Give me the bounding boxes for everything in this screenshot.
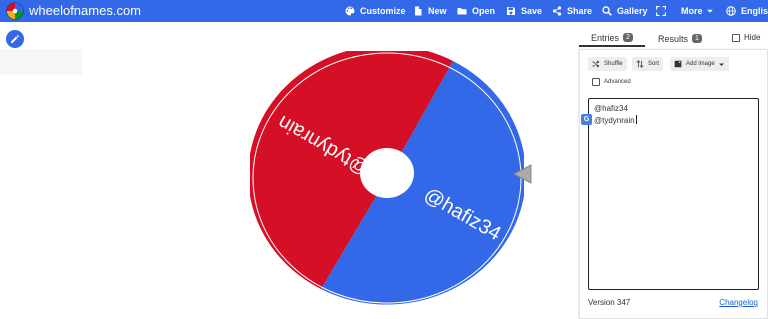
nav-save-label: Save [521,6,543,16]
sort-label: Sort [648,61,660,67]
nav-more[interactable]: More [681,0,714,22]
save-icon [507,7,515,15]
palette-icon [345,6,355,16]
sidebar-placeholder [0,49,82,75]
logo-icon[interactable] [6,2,24,20]
share-icon [552,6,562,16]
nav-gallery-label: Gallery [617,6,648,16]
nav-language[interactable]: English [726,0,768,22]
nav-gallery[interactable]: Gallery [602,0,648,22]
chevron-down-icon [718,62,724,66]
nav-save[interactable]: Save [506,0,542,22]
add-image-label: Add image [686,61,715,67]
hide-checkbox[interactable] [732,33,740,42]
entries-count-badge: 2 [623,33,633,42]
wheel-hub[interactable] [360,148,414,198]
sort-button[interactable]: Sort [632,57,664,71]
entries-panel: Entries 2 Results 1 Hide Shuffle Sort Ad… [579,30,768,319]
folder-icon [457,8,467,15]
nav-new[interactable]: New [413,0,447,22]
edit-button[interactable] [6,30,24,48]
globe-icon [726,6,736,16]
search-icon [602,6,612,16]
nav-open[interactable]: Open [457,0,495,22]
nav-share[interactable]: Share [552,0,592,22]
brand-name[interactable]: wheelofnames.com [29,3,141,19]
nav-fullscreen[interactable] [656,0,671,22]
add-image-button[interactable]: Add image [670,57,729,71]
advanced-label: Advanced [604,79,631,85]
entries-card: Shuffle Sort Add image Advanced @hafiz34… [579,49,768,319]
shuffle-icon [592,60,600,68]
text-cursor [635,115,637,124]
entry-line: @hafiz34 [594,104,628,113]
tab-results-label: Results [658,33,689,44]
fullscreen-icon [656,6,666,16]
hide-label: Hide [744,33,761,42]
results-count-badge: 1 [692,34,702,43]
advanced-checkbox[interactable] [592,78,600,86]
version-text: Version 347 [588,298,631,307]
nav-customize[interactable]: Customize [345,0,406,22]
entry-line-text: @tydynrain [594,116,635,125]
tab-results[interactable]: Results 1 [649,30,711,47]
hide-toggle[interactable]: Hide [732,33,760,42]
new-file-icon [415,6,422,16]
wheel[interactable]: @hafiz34 @tydynrain [248,45,526,305]
shuffle-label: Shuffle [604,61,623,67]
nav-language-label: English [741,6,768,16]
wheel-pointer-icon [512,164,532,184]
nav-share-label: Share [567,6,593,16]
pencil-icon [11,35,19,43]
sort-icon [636,60,644,68]
nav-customize-label: Customize [360,6,406,16]
entry-line: @tydynrain [594,115,753,127]
entries-textarea[interactable]: @hafiz34 @tydynrain [588,98,759,290]
translate-icon[interactable]: G [581,114,592,125]
nav-new-label: New [428,6,447,16]
image-icon [674,60,682,68]
tab-entries-label: Entries [591,32,620,43]
advanced-toggle[interactable]: Advanced [592,78,631,86]
nav-open-label: Open [472,6,496,16]
shuffle-button[interactable]: Shuffle [588,57,627,71]
chevron-down-icon [706,9,713,13]
changelog-link[interactable]: Changelog [719,298,758,307]
top-bar: wheelofnames.com Customize New Open Save… [0,0,768,22]
tab-entries[interactable]: Entries 2 [579,30,645,47]
nav-more-label: More [681,6,703,16]
